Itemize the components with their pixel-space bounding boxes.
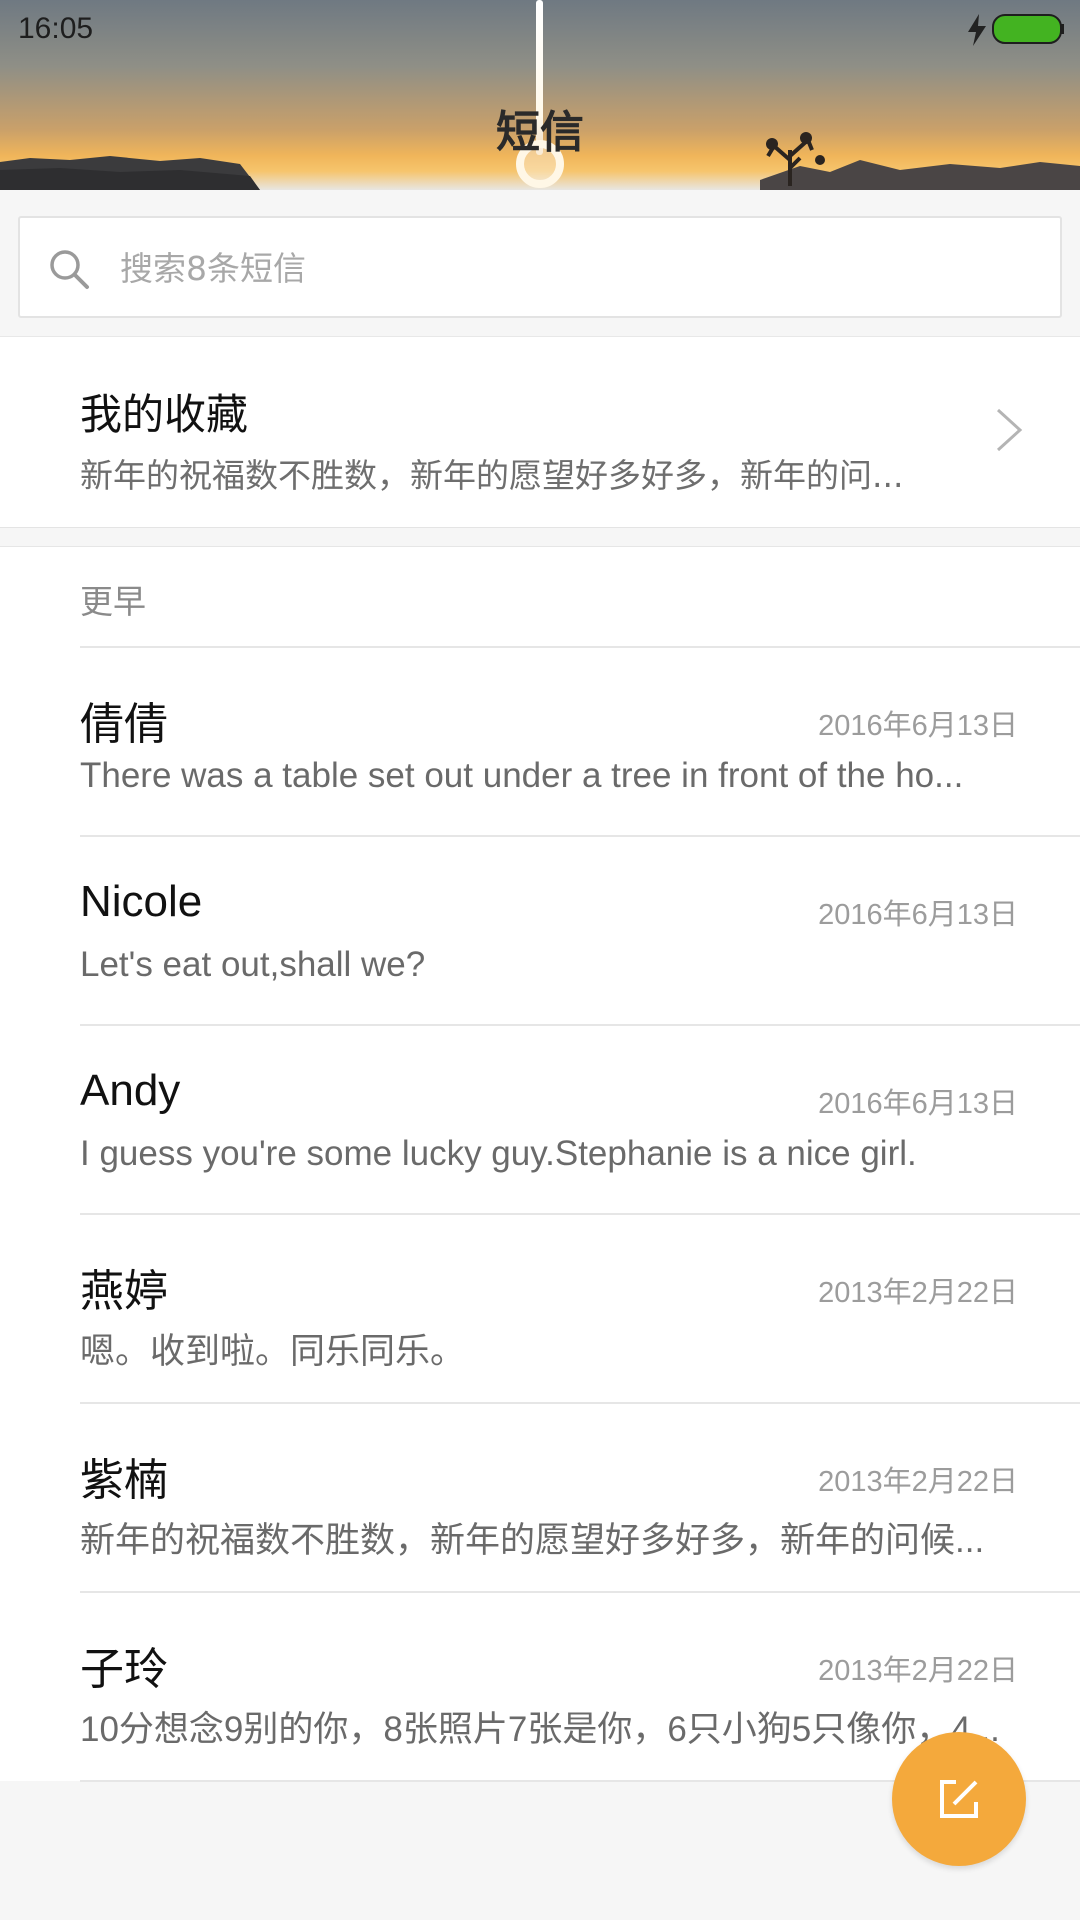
favorites-preview: 新年的祝福数不胜数，新年的愿望好多好多，新年的问... <box>80 456 904 495</box>
conversation-row[interactable]: 倩倩 2016年6月13日 There was a table set out … <box>0 648 1080 837</box>
message-date: 2013年2月22日 <box>818 1466 1018 1498</box>
message-date: 2013年2月22日 <box>818 1655 1018 1687</box>
contact-name: Nicole <box>80 877 203 926</box>
contact-name: 燕婷 <box>80 1267 168 1316</box>
compose-button[interactable] <box>892 1732 1026 1866</box>
conversation-row[interactable]: 紫楠 2013年2月22日 新年的祝福数不胜数，新年的愿望好多好多，新年的问候.… <box>0 1404 1080 1593</box>
message-date: 2016年6月13日 <box>818 710 1018 742</box>
search-input[interactable] <box>120 242 1020 294</box>
contact-name: 子玲 <box>80 1645 168 1694</box>
message-preview: 10分想念9别的你，8张照片7张是你，6只小狗5只像你，4... <box>80 1710 1000 1749</box>
message-preview: I guess you're some lucky guy.Stephanie … <box>80 1134 917 1173</box>
conversation-row[interactable]: 燕婷 2013年2月22日 嗯。收到啦。同乐同乐。 <box>0 1215 1080 1404</box>
conversation-list: 更早 倩倩 2016年6月13日 There was a table set o… <box>0 546 1080 1782</box>
message-date: 2016年6月13日 <box>818 1088 1018 1120</box>
message-preview: 嗯。收到啦。同乐同乐。 <box>80 1332 466 1371</box>
favorites-item[interactable]: 我的收藏 新年的祝福数不胜数，新年的愿望好多好多，新年的问... <box>0 336 1080 528</box>
favorites-title: 我的收藏 <box>80 390 249 439</box>
lightning-icon <box>968 14 986 46</box>
search-area <box>0 190 1080 336</box>
message-preview: 新年的祝福数不胜数，新年的愿望好多好多，新年的问候... <box>80 1521 985 1560</box>
status-time: 16:05 <box>18 12 94 45</box>
message-date: 2016年6月13日 <box>818 899 1018 931</box>
message-preview: There was a table set out under a tree i… <box>80 756 964 795</box>
chevron-right-icon <box>996 408 1023 452</box>
section-header: 更早 <box>80 582 146 621</box>
battery-full-icon <box>992 14 1064 44</box>
contact-name: Andy <box>80 1066 181 1115</box>
header-banner <box>0 0 1080 190</box>
contact-name: 倩倩 <box>80 700 168 749</box>
compose-icon <box>940 1780 978 1818</box>
search-icon <box>50 250 89 289</box>
conversation-row[interactable]: Nicole 2016年6月13日 Let's eat out,shall we… <box>0 837 1080 1026</box>
message-preview: Let's eat out,shall we? <box>80 945 426 984</box>
conversation-row[interactable]: Andy 2016年6月13日 I guess you're some luck… <box>0 1026 1080 1215</box>
contact-name: 紫楠 <box>80 1456 168 1505</box>
page-title: 短信 <box>496 107 584 158</box>
search-bar[interactable] <box>18 216 1062 318</box>
message-date: 2013年2月22日 <box>818 1277 1018 1309</box>
